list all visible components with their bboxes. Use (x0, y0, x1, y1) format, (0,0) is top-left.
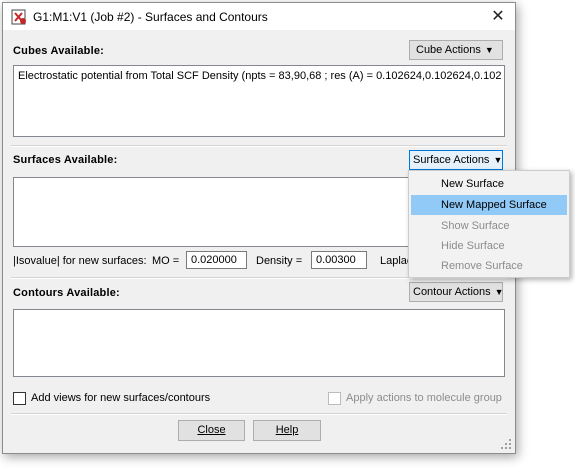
contours-available-label: Contours Available: (13, 287, 120, 299)
menu-item-hide-surface[interactable]: Hide Surface (411, 236, 567, 256)
help-button-label: Help (275, 424, 299, 436)
surface-actions-menu: New Surface New Mapped Surface Show Surf… (408, 170, 570, 278)
cubes-list[interactable]: Electrostatic potential from Total SCF D… (13, 65, 505, 137)
contours-list[interactable] (13, 309, 505, 377)
isovalue-label: |Isovalue| for new surfaces: (13, 255, 147, 267)
chevron-down-icon: ▼ (484, 45, 494, 55)
list-item[interactable]: Electrostatic potential from Total SCF D… (18, 70, 502, 82)
apply-group-checkbox[interactable] (328, 392, 341, 405)
apply-group-label: Apply actions to molecule group (346, 392, 502, 404)
density-label: Density = (256, 255, 303, 267)
resize-grip-icon[interactable] (501, 439, 511, 449)
cubes-available-label: Cubes Available: (13, 45, 105, 57)
contour-actions-button[interactable]: Contour Actions ▼ (409, 282, 504, 302)
app-icon (11, 9, 26, 25)
close-button-label: Close (197, 424, 226, 436)
help-button[interactable]: Help (253, 420, 321, 441)
divider (11, 145, 507, 147)
surfaces-available-label: Surfaces Available: (13, 154, 118, 166)
close-button[interactable]: Close (178, 420, 245, 441)
menu-item-show-surface[interactable]: Show Surface (411, 216, 567, 236)
window-title: G1:M1:V1 (Job #2) - Surfaces and Contour… (33, 10, 268, 24)
contour-actions-label: Contour Actions (413, 286, 491, 298)
density-isovalue-input[interactable] (311, 251, 367, 269)
add-views-label: Add views for new surfaces/contours (31, 392, 211, 404)
title-bar[interactable]: G1:M1:V1 (Job #2) - Surfaces and Contour… (3, 3, 515, 31)
chevron-down-icon: ▼ (493, 155, 503, 165)
cube-actions-label: Cube Actions (416, 44, 481, 56)
menu-item-new-surface[interactable]: New Surface (411, 174, 567, 194)
add-views-checkbox[interactable] (13, 392, 26, 405)
menu-item-remove-surface[interactable]: Remove Surface (411, 256, 567, 276)
divider (11, 413, 507, 415)
surface-actions-label: Surface Actions (413, 154, 490, 166)
surface-actions-button[interactable]: Surface Actions ▼ (409, 150, 503, 170)
chevron-down-icon: ▼ (494, 287, 504, 297)
mo-isovalue-input[interactable] (186, 251, 247, 269)
mo-label: MO = (152, 255, 180, 267)
cube-actions-button[interactable]: Cube Actions ▼ (409, 40, 503, 60)
close-window-icon[interactable]: ✕ (481, 3, 515, 30)
menu-item-new-mapped-surface[interactable]: New Mapped Surface (411, 195, 567, 215)
